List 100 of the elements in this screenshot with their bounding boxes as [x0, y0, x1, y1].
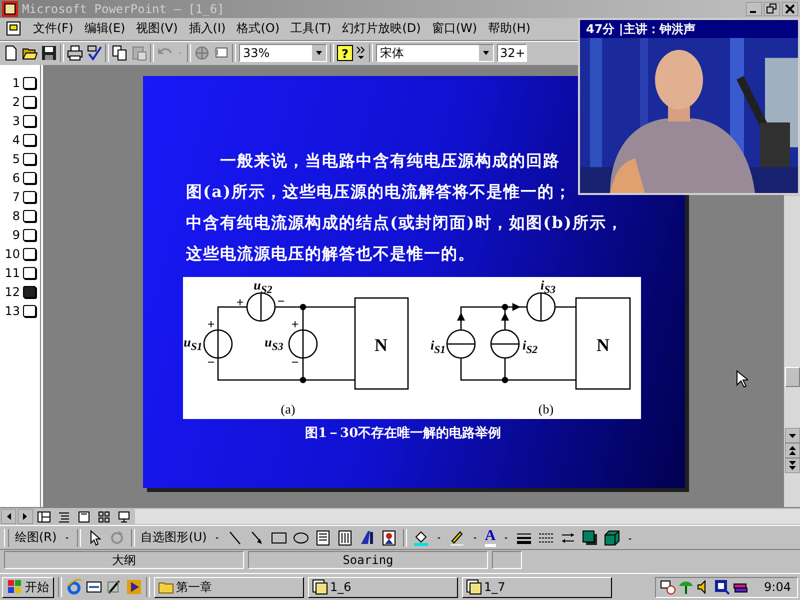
- close-icon[interactable]: [782, 2, 798, 16]
- circuit-label: +: [291, 317, 299, 330]
- slide-icon[interactable]: [23, 229, 36, 242]
- arrow-icon[interactable]: [248, 530, 265, 546]
- start-button[interactable]: 开始: [2, 576, 54, 598]
- slide-icon[interactable]: [23, 153, 36, 166]
- menu-item[interactable]: 视图(V): [136, 20, 178, 38]
- rectangle-icon[interactable]: [270, 530, 287, 546]
- status-design: Soaring: [248, 551, 488, 570]
- menu-item[interactable]: 帮助(H): [488, 20, 530, 38]
- slide-text-line: 中含有纯电流源构成的结点(或封闭面)时，如图(b)所示，: [186, 212, 624, 234]
- globe-icon[interactable]: [194, 45, 210, 62]
- circuit-label: +: [236, 295, 244, 308]
- presentation-icon: [312, 579, 328, 595]
- save-icon[interactable]: [41, 45, 57, 62]
- oval-icon[interactable]: [292, 530, 309, 546]
- window-title: Microsoft PowerPoint — [1_6]: [22, 2, 224, 16]
- slide-icon[interactable]: [23, 210, 36, 222]
- menu-item[interactable]: 工具(T): [290, 20, 332, 38]
- slide-icon[interactable]: [23, 77, 36, 90]
- font-dropdown[interactable]: 宋体: [376, 44, 494, 62]
- desktop-icon[interactable]: [86, 579, 102, 595]
- document-icon[interactable]: [6, 20, 22, 37]
- circuit-label: u$_{S2}$: [254, 278, 272, 296]
- app-icon[interactable]: [2, 0, 18, 17]
- status-view: 大纲: [4, 551, 244, 570]
- normal-view-icon[interactable]: [35, 508, 53, 525]
- dropdown-arrow-icon: [482, 49, 490, 58]
- circuit-label: u$_{S3}$: [264, 335, 284, 353]
- circuit-label: −: [277, 294, 285, 308]
- vertical-scrollbar[interactable]: [784, 196, 800, 508]
- line-icon[interactable]: [226, 530, 243, 546]
- subfigure-label: (a): [280, 402, 296, 416]
- three-d-icon[interactable]: [604, 530, 620, 546]
- wordart-icon[interactable]: [358, 530, 375, 546]
- fill-bucket-icon[interactable]: [412, 530, 429, 546]
- autoshapes-menu[interactable]: 自选图形(U): [140, 529, 207, 546]
- slide-number: 7: [12, 190, 20, 204]
- print-icon[interactable]: [67, 45, 83, 62]
- tray-app-icon[interactable]: [714, 579, 730, 595]
- media-player-icon[interactable]: [126, 579, 142, 595]
- slide-icon[interactable]: [23, 191, 36, 204]
- font-size-field[interactable]: 32+: [497, 44, 527, 62]
- plant-icon[interactable]: [678, 579, 694, 595]
- more-buttons-icon[interactable]: [356, 45, 366, 62]
- next-slide-icon[interactable]: [784, 458, 800, 473]
- slide-number: 10: [4, 247, 20, 262]
- slide-icon[interactable]: [23, 96, 36, 108]
- slide-icon[interactable]: [23, 172, 36, 184]
- menu-item[interactable]: 文件(F): [33, 20, 74, 38]
- text-box-icon[interactable]: [314, 530, 331, 546]
- previous-slide-icon[interactable]: [784, 442, 800, 458]
- font-color-button[interactable]: A: [484, 528, 496, 547]
- horizontal-scrollbar[interactable]: [135, 509, 800, 524]
- scroll-down-icon[interactable]: [784, 428, 800, 443]
- copy-icon[interactable]: [112, 45, 128, 62]
- draw-menu[interactable]: 绘图(R): [15, 529, 57, 546]
- taskbar-button[interactable]: 1_7: [462, 576, 612, 598]
- spelling-check-icon[interactable]: [86, 45, 102, 62]
- zoom-dropdown[interactable]: 33%: [239, 44, 327, 62]
- slide-icon[interactable]: [23, 248, 36, 260]
- shadow-icon[interactable]: [582, 530, 598, 546]
- mouse-pointer-icon: [736, 370, 748, 388]
- scroll-thumb[interactable]: [784, 366, 800, 387]
- slide-number: 9: [12, 228, 20, 242]
- windows-logo-icon: [7, 579, 23, 595]
- restore-icon[interactable]: [764, 2, 780, 16]
- menu-item[interactable]: 窗口(W): [432, 20, 478, 38]
- menu-item[interactable]: 幻灯片放映(D): [342, 20, 421, 38]
- slide-icon[interactable]: [23, 267, 36, 280]
- taskbar-button[interactable]: 第一章: [154, 576, 304, 598]
- scroll-left-icon[interactable]: [1, 509, 16, 524]
- clip-art-icon[interactable]: [380, 530, 397, 546]
- vertical-text-box-icon[interactable]: [336, 530, 353, 546]
- circuit-label: i$_{S3}$: [540, 278, 556, 296]
- slide-text-line: 这些电流源电压的解答也不是惟一的。: [186, 242, 476, 265]
- slide-number: 12: [4, 285, 20, 300]
- slide-icon[interactable]: [23, 115, 36, 128]
- slide-icon[interactable]: [23, 134, 36, 146]
- scroll-right-icon[interactable]: [18, 509, 33, 524]
- help-button[interactable]: ?: [337, 45, 353, 62]
- subfigure-label: (b): [538, 402, 554, 416]
- video-title: 47分 |主讲：钟洪声: [580, 20, 798, 38]
- circuit-label: u$_{S1}$: [184, 335, 202, 353]
- minimize-icon[interactable]: [746, 2, 762, 16]
- menu-item[interactable]: 插入(I): [188, 20, 226, 38]
- slide-number: 2: [12, 95, 20, 110]
- network-icon[interactable]: [660, 579, 676, 595]
- status-cell: [492, 551, 522, 570]
- circuit-label: −: [291, 355, 299, 368]
- taskbar-button[interactable]: 1_6: [308, 576, 458, 598]
- new-document-icon[interactable]: [3, 45, 19, 62]
- circuit-label: N: [596, 336, 610, 354]
- slide-number: 11: [4, 266, 20, 280]
- pen-icon[interactable]: [448, 530, 465, 546]
- menu-item[interactable]: 格式(O): [236, 20, 280, 38]
- slide-icon[interactable]: [23, 305, 36, 318]
- menu-item[interactable]: 编辑(E): [84, 20, 126, 38]
- circuit-label: −: [207, 355, 215, 368]
- slide-number: 6: [12, 171, 20, 186]
